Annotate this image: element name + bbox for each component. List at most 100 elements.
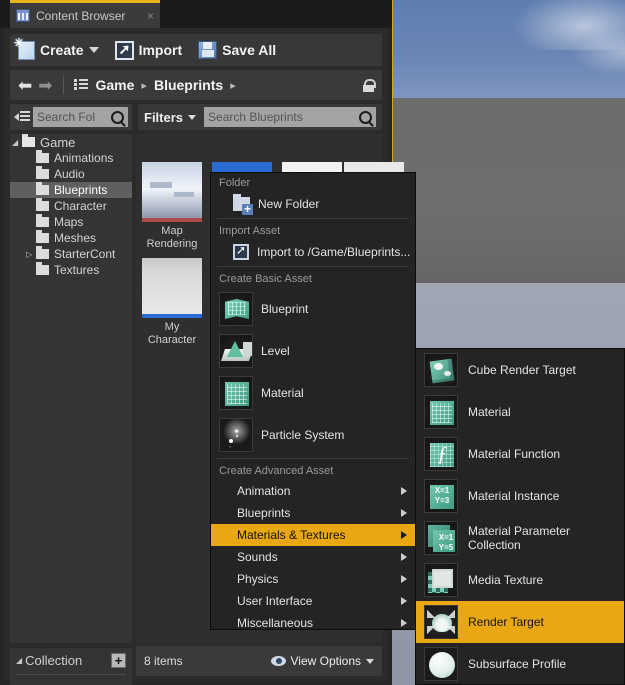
folder-search-input[interactable]: Search Fol [33,107,128,127]
tree-item-startercontent[interactable]: ▷ StarterCont [10,246,132,262]
folder-icon [36,214,49,227]
menu-item-material[interactable]: Material [211,372,415,414]
chevron-down-icon [366,658,374,664]
tree-item-maps[interactable]: Maps [10,214,132,230]
section-header-create-advanced-asset: Create Advanced Asset [219,465,334,477]
menu-item-label: Animation [237,484,291,498]
menu-item-label: Blueprint [261,302,309,316]
tree-item-textures[interactable]: Textures [10,262,132,278]
tree-item-label: Blueprints [54,183,108,197]
collections-header[interactable]: ◢ Collection + [16,653,126,668]
asset-thumbnail [142,258,202,318]
menu-item-physics[interactable]: Physics [211,568,415,590]
material-asset-icon [219,376,253,410]
create-label: Create [40,42,84,58]
chevron-right-icon [401,531,407,539]
submenu-item-label: Material Instance [468,489,560,503]
filters-button[interactable]: Filters [144,109,197,125]
asset-tile[interactable]: Map Rendering [142,162,202,251]
folder-icon [36,150,49,163]
menu-item-level[interactable]: Level [211,330,415,372]
add-collection-button[interactable]: + [111,653,126,668]
import-button[interactable]: Import [114,40,182,60]
submenu-item-label: Material Parameter Collection [468,524,571,552]
tab-strip: Content Browser × [0,0,392,28]
tree-item-blueprints[interactable]: Blueprints [10,182,132,198]
collections-label: Collection [25,653,83,668]
menu-item-blueprint[interactable]: Blueprint [211,288,415,330]
save-all-button[interactable]: Save All [198,41,276,59]
tree-item-label: Textures [54,263,100,277]
tree-item-character[interactable]: Character [10,198,132,214]
menu-item-new-folder[interactable]: New Folder [211,192,415,216]
tab-content-browser[interactable]: Content Browser × [10,0,160,28]
divider [217,266,409,267]
twisty-icon[interactable]: ◢ [12,138,22,147]
menu-item-label: Blueprints [237,506,291,520]
submenu-item-material-function[interactable]: Material Function [416,433,624,475]
particle-system-asset-icon [219,418,253,452]
folder-tree: ◢ Game Animations Audio Blueprints Chara… [10,134,132,643]
forward-icon[interactable]: ➡ [38,77,52,94]
search-row: Search Fol Filters Search Blueprints [10,104,382,130]
filters-label: Filters [144,109,184,125]
material-function-icon [424,437,458,471]
path-list-icon[interactable] [73,79,88,91]
folder-icon [36,246,49,259]
submenu-item-media-texture[interactable]: Media Texture [416,559,624,601]
submenu-item-material[interactable]: Material [416,391,624,433]
submenu-item-subsurface-profile[interactable]: Subsurface Profile [416,643,624,685]
menu-item-blueprints[interactable]: Blueprints [211,502,415,524]
create-icon [14,36,35,60]
tree-item-label: Game [40,134,76,150]
create-button[interactable]: Create [14,36,99,60]
new-folder-icon [233,194,253,215]
lock-icon[interactable] [363,78,376,92]
chevron-down-icon [88,47,99,53]
asset-search-input[interactable]: Search Blueprints [204,107,376,127]
menu-item-sounds[interactable]: Sounds [211,546,415,568]
submenu-item-label: Material [468,405,511,419]
menu-item-label: Particle System [261,428,345,442]
submenu-item-cube-render-target[interactable]: Cube Render Target [416,349,624,391]
back-icon[interactable]: ⬅ [18,77,32,94]
submenu-item-render-target[interactable]: Render Target [416,601,624,643]
twisty-icon[interactable]: ◢ [16,656,22,665]
folder-search-area: Search Fol [10,104,132,130]
menu-item-materials-and-textures[interactable]: Materials & Textures [211,524,415,546]
collections-panel: ◢ Collection + [10,648,132,685]
divider [62,76,64,94]
view-options-button[interactable]: View Options [270,654,374,668]
tree-item-audio[interactable]: Audio [10,166,132,182]
twisty-icon[interactable]: ▷ [26,250,36,259]
chevron-right-icon[interactable]: ▸ [230,79,236,92]
divider [217,458,409,459]
material-instance-icon: X=1 Y=3 [424,479,458,513]
submenu-item-label: Media Texture [468,573,544,587]
tree-item-label: StarterCont [54,247,116,261]
tree-item-animations[interactable]: Animations [10,150,132,166]
submenu-item-label: Render Target [468,615,544,629]
breadcrumb-item-blueprints[interactable]: Blueprints [154,77,223,93]
menu-item-user-interface[interactable]: User Interface [211,590,415,612]
thumb-shape [174,192,194,197]
tree-item-meshes[interactable]: Meshes [10,230,132,246]
menu-item-particle-system[interactable]: Particle System [211,414,415,456]
chevron-right-icon [401,487,407,495]
tree-toggle-icon[interactable] [14,111,30,123]
chevron-right-icon[interactable]: ▸ [141,79,147,92]
menu-item-label: Level [261,344,290,358]
close-icon[interactable]: × [141,9,154,23]
asset-tile[interactable]: My Character [142,258,202,347]
menu-item-label: Material [261,386,304,400]
viewport-sky [390,0,625,98]
menu-item-animation[interactable]: Animation [211,480,415,502]
submenu-item-material-instance[interactable]: X=1 Y=3 Material Instance [416,475,624,517]
search-icon [359,110,372,124]
tree-item-game[interactable]: ◢ Game [10,134,132,150]
tree-item-label: Animations [54,151,114,165]
submenu-item-material-parameter-collection[interactable]: X=1 Y=5 Material Parameter Collection [416,517,624,559]
menu-item-import-to-path[interactable]: Import to /Game/Blueprints... [211,240,415,264]
menu-item-miscellaneous[interactable]: Miscellaneous [211,612,415,634]
breadcrumb-item-game[interactable]: Game [96,77,135,93]
